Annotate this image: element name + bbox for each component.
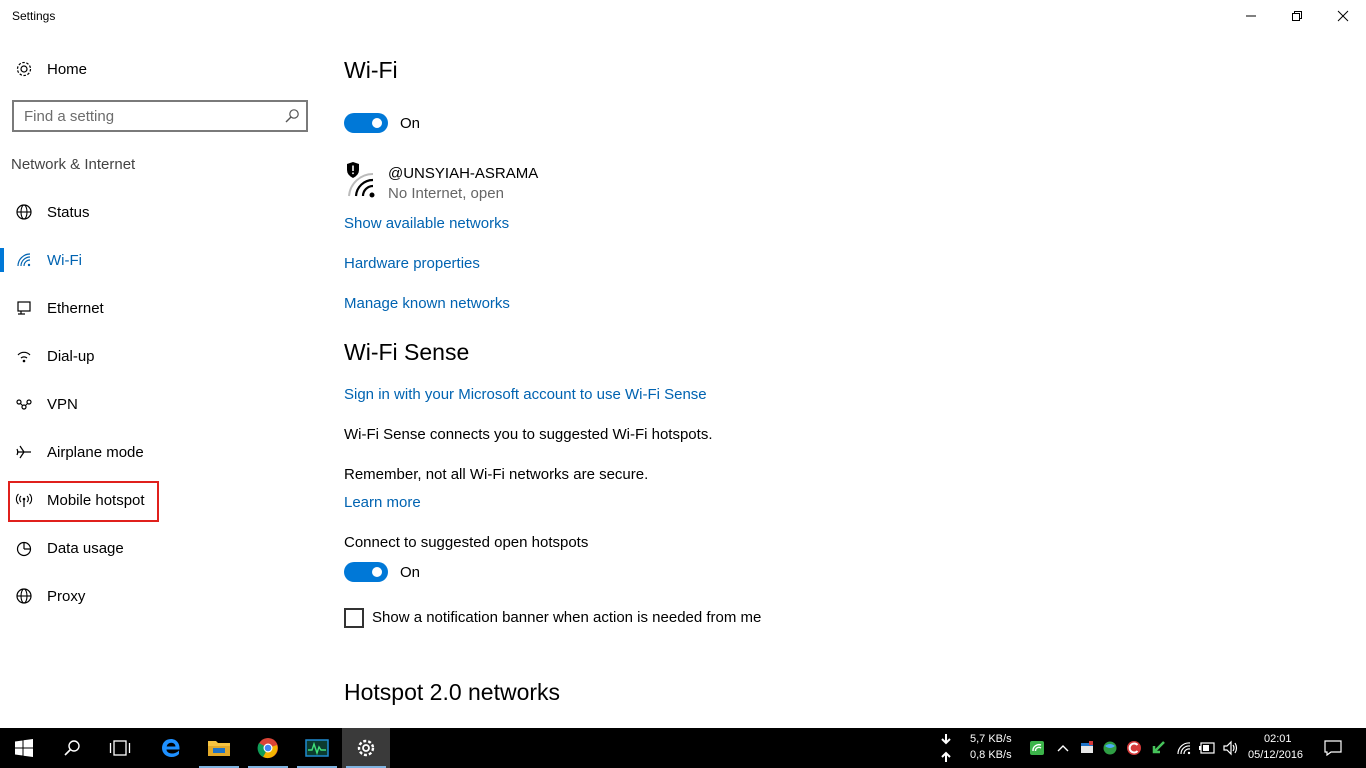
wifi-sense-description: Wi-Fi Sense connects you to suggested Wi… (344, 426, 713, 443)
connect-hotspots-label: Connect to suggested open hotspots (344, 534, 589, 551)
monitor-app-button[interactable] (293, 728, 341, 768)
search-icon (64, 740, 80, 756)
title-bar: Settings (0, 0, 1366, 32)
network-speed-arrows-icon (936, 734, 956, 762)
network-status: No Internet, open (388, 185, 504, 202)
file-explorer-icon (208, 741, 230, 756)
tray-app-green-icon[interactable] (1027, 738, 1047, 758)
notification-banner-checkbox[interactable] (344, 608, 364, 628)
sidebar-item-wifi[interactable]: Wi-Fi (0, 240, 320, 280)
sidebar-item-data-usage[interactable]: Data usage (0, 528, 320, 568)
sidebar-item-label: Proxy (47, 587, 86, 605)
edge-button[interactable] (147, 728, 195, 768)
chrome-icon (257, 738, 278, 759)
upload-speed: 0,8 KB/s (970, 749, 1012, 761)
sidebar-item-label: Data usage (47, 539, 124, 557)
sidebar-item-label: VPN (47, 395, 78, 413)
task-view-icon (109, 740, 131, 756)
download-speed: 5,7 KB/s (970, 733, 1012, 745)
sidebar-item-label: Ethernet (47, 299, 104, 317)
hardware-properties-link[interactable]: Hardware properties (344, 255, 480, 272)
show-available-networks-link[interactable]: Show available networks (344, 215, 509, 232)
wifi-shield-icon[interactable] (344, 162, 378, 198)
search-placeholder: Find a setting (24, 108, 115, 125)
search-input[interactable]: Find a setting (12, 100, 308, 132)
manage-known-networks-link[interactable]: Manage known networks (344, 295, 510, 312)
settings-gear-icon (357, 739, 375, 757)
taskbar: 5,7 KB/s 0,8 KB/s 02:01 05/12/2016 (0, 728, 1366, 768)
dialup-icon (14, 346, 34, 366)
wifi-icon (14, 250, 34, 270)
globe-icon (14, 202, 34, 222)
vpn-icon (14, 394, 34, 414)
volume-icon[interactable] (1220, 738, 1240, 758)
sidebar-item-label: Dial-up (47, 347, 95, 365)
sidebar-item-status[interactable]: Status (0, 192, 320, 232)
start-button[interactable] (0, 728, 48, 768)
learn-more-link[interactable]: Learn more (344, 494, 421, 511)
gear-icon (14, 59, 34, 79)
page-title: Wi-Fi (344, 57, 398, 83)
ethernet-icon (14, 298, 34, 318)
close-icon (1337, 10, 1349, 22)
notification-banner-label[interactable]: Show a notification banner when action i… (372, 609, 761, 626)
sidebar-item-label: Status (47, 203, 90, 221)
sidebar-item-label: Wi-Fi (47, 251, 82, 269)
section-label: Network & Internet (11, 156, 136, 173)
data-usage-icon (14, 538, 34, 558)
action-center-icon[interactable] (1323, 738, 1343, 758)
active-indicator (0, 248, 4, 272)
network-name[interactable]: @UNSYIAH-ASRAMA (388, 165, 538, 182)
minimize-button[interactable] (1228, 0, 1274, 32)
wifi-tray-icon[interactable] (1174, 738, 1194, 758)
task-view-button[interactable] (96, 728, 144, 768)
wifi-toggle[interactable] (344, 113, 388, 133)
nav-home[interactable]: Home (0, 52, 320, 86)
tray-app-download-icon[interactable] (1148, 738, 1168, 758)
clock-date[interactable]: 05/12/2016 (1248, 749, 1303, 761)
minimize-icon (1246, 15, 1256, 17)
sidebar-item-label: Airplane mode (47, 443, 144, 461)
airplane-icon (14, 442, 34, 462)
wifi-toggle-label: On (400, 115, 421, 132)
wifi-sense-sign-in-link[interactable]: Sign in with your Microsoft account to u… (344, 386, 707, 403)
sidebar-item-proxy[interactable]: Proxy (0, 576, 320, 616)
sidebar-item-airplane-mode[interactable]: Airplane mode (0, 432, 320, 472)
window-title: Settings (12, 9, 56, 23)
hotspot-title: Hotspot 2.0 networks (344, 679, 561, 705)
tray-app-window-icon[interactable] (1077, 738, 1097, 758)
connect-hotspots-toggle[interactable] (344, 562, 388, 582)
tray-app-globe-icon[interactable] (1100, 738, 1120, 758)
taskbar-search-button[interactable] (48, 728, 96, 768)
clock-time[interactable]: 02:01 (1264, 733, 1292, 745)
restore-icon (1292, 11, 1302, 21)
edge-icon (162, 739, 180, 757)
toggle-knob (372, 118, 382, 128)
wifi-sense-title: Wi-Fi Sense (344, 339, 470, 365)
monitor-app-icon (305, 739, 329, 757)
sidebar-item-vpn[interactable]: VPN (0, 384, 320, 424)
highlight-box (8, 481, 159, 522)
restore-button[interactable] (1274, 0, 1320, 32)
toggle-knob (372, 567, 382, 577)
nav-home-label: Home (47, 60, 88, 78)
tray-app-ccleaner-icon[interactable] (1124, 738, 1144, 758)
sidebar-item-ethernet[interactable]: Ethernet (0, 288, 320, 328)
search-icon[interactable] (284, 108, 300, 124)
file-explorer-button[interactable] (195, 728, 243, 768)
wifi-sense-warning: Remember, not all Wi-Fi networks are sec… (344, 466, 649, 483)
sidebar-item-dialup[interactable]: Dial-up (0, 336, 320, 376)
connect-hotspots-toggle-label: On (400, 564, 421, 581)
chevron-up-icon[interactable] (1053, 738, 1073, 758)
globe-icon (14, 586, 34, 606)
start-icon (15, 739, 33, 757)
battery-icon[interactable] (1197, 738, 1217, 758)
settings-taskbar-button[interactable] (342, 728, 390, 768)
close-button[interactable] (1320, 0, 1366, 32)
chrome-button[interactable] (244, 728, 292, 768)
